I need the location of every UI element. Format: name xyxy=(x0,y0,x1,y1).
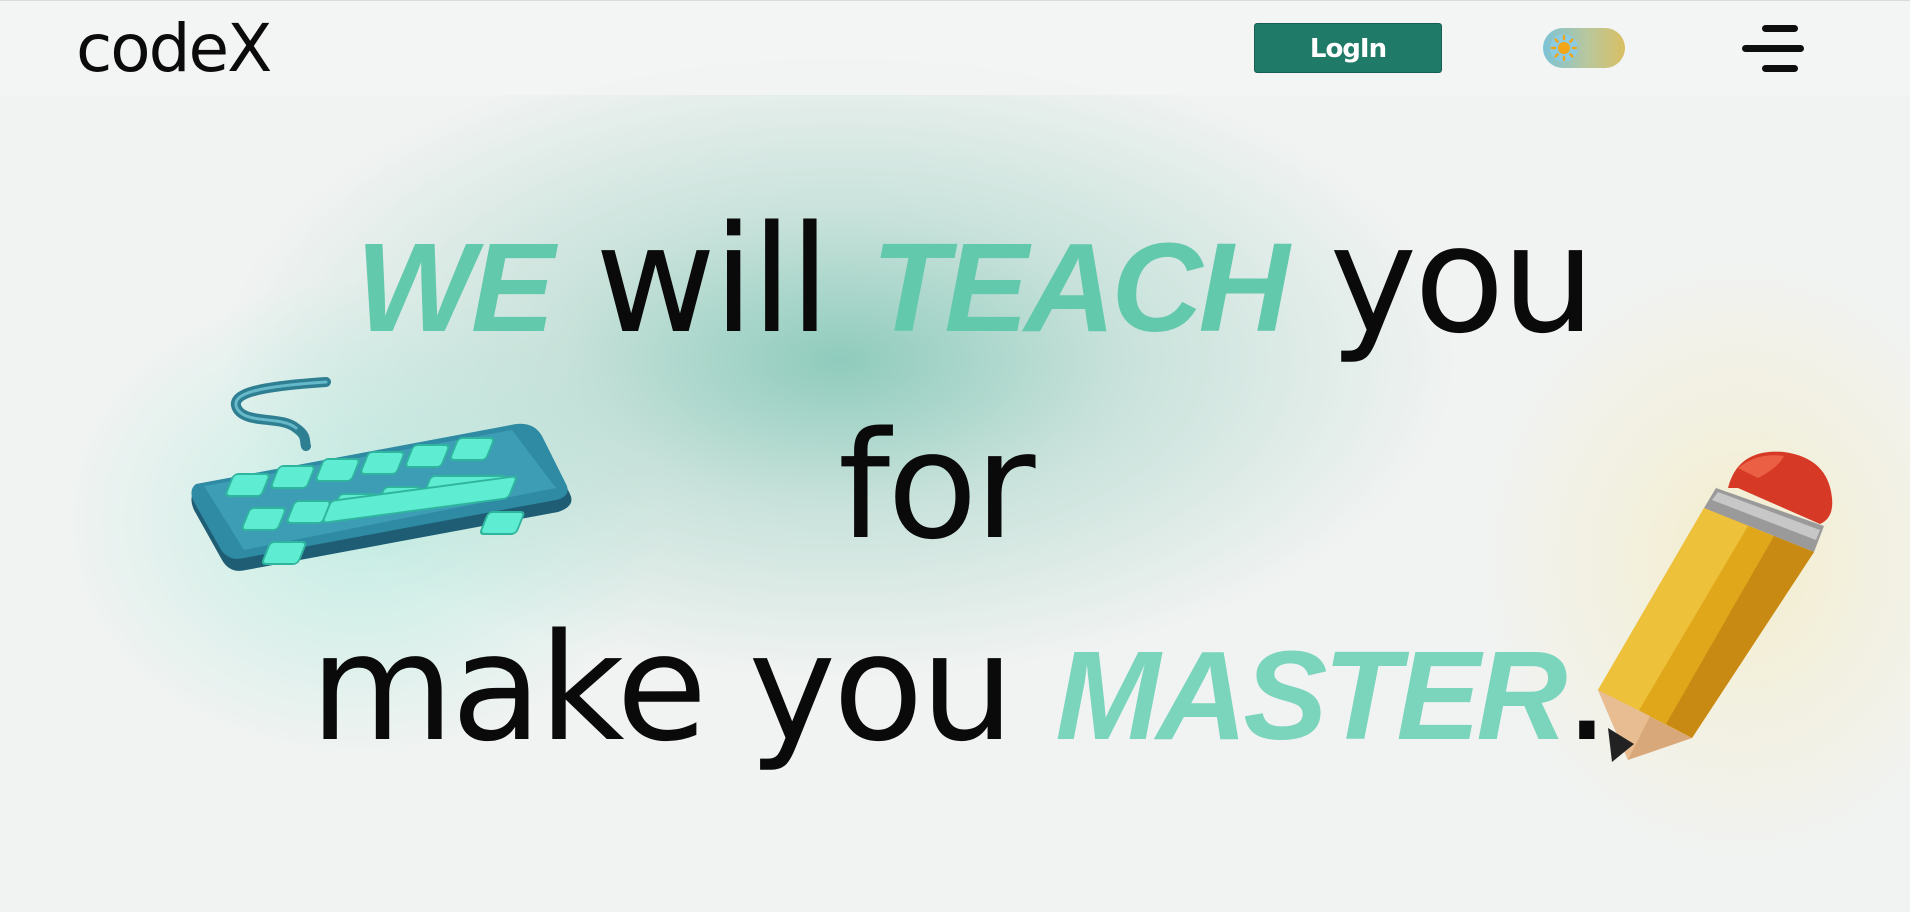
hero-word-you: you xyxy=(1329,194,1596,366)
landing-page: codeX LogIn WE will TEACH you for make y… xyxy=(0,0,1910,912)
hero-word-will: will xyxy=(595,194,830,366)
hero-accent-teach: TEACH xyxy=(871,217,1289,358)
hamburger-menu-icon[interactable] xyxy=(1740,23,1804,75)
login-button[interactable]: LogIn xyxy=(1254,23,1442,73)
theme-toggle[interactable] xyxy=(1543,28,1625,68)
menu-bar-top xyxy=(1762,25,1798,32)
hero-word-for: for xyxy=(838,400,1035,572)
hero-line-1: WE will TEACH you xyxy=(356,190,1596,378)
hero-line-2: for xyxy=(838,396,1035,576)
hero-accent-master: MASTER xyxy=(1055,625,1567,766)
keyboard-illustration xyxy=(191,377,572,571)
site-logo[interactable]: codeX xyxy=(76,9,272,89)
pencil-illustration xyxy=(1598,451,1833,762)
menu-bar-middle xyxy=(1742,45,1804,52)
menu-bar-bottom xyxy=(1762,65,1798,72)
top-nav-bar: codeX LogIn xyxy=(0,0,1910,95)
sun-icon xyxy=(1550,34,1578,62)
hero-accent-we: WE xyxy=(356,217,555,358)
hero-line-3: make you MASTER. xyxy=(310,598,1610,786)
hero-words-make-you: make you xyxy=(310,602,1014,774)
